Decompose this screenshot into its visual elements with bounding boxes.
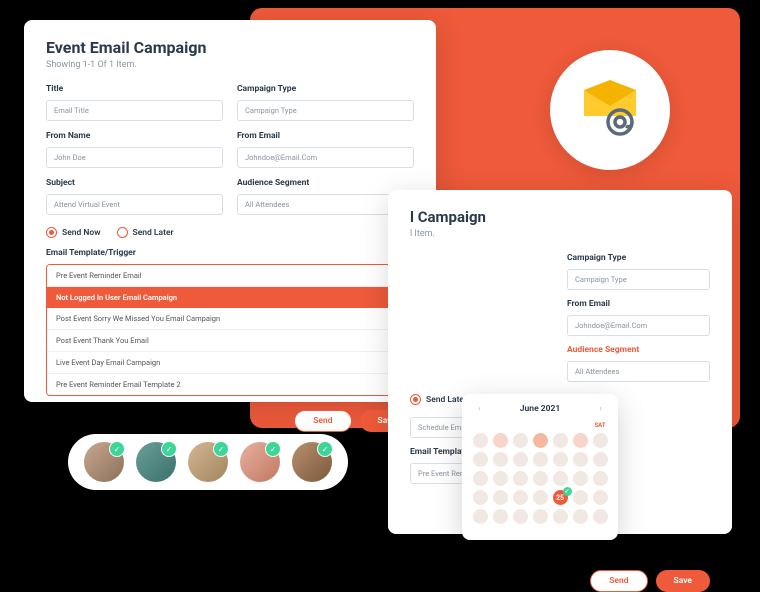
calendar-day[interactable] [533, 433, 548, 448]
calendar-popover: ‹ June 2021 › SAT 25 [462, 394, 618, 540]
calendar-day-selected[interactable]: 25 [553, 490, 568, 505]
audience-input[interactable] [567, 361, 710, 382]
calendar-day[interactable] [553, 471, 568, 486]
calendar-day[interactable] [593, 509, 608, 524]
calendar-day[interactable] [533, 471, 548, 486]
from-email-label: From Email [567, 299, 710, 309]
from-email-input[interactable] [237, 147, 414, 168]
calendar-grid: 25 [472, 433, 608, 524]
calendar-day[interactable] [553, 452, 568, 467]
calendar-day[interactable] [573, 509, 588, 524]
calendar-day-labels: SAT [472, 422, 608, 429]
campaign-type-input[interactable] [237, 100, 414, 121]
calendar-day[interactable] [533, 509, 548, 524]
template-option-selected[interactable]: Not Logged In User Email Campaign [47, 287, 413, 308]
calendar-day[interactable] [573, 471, 588, 486]
template-option[interactable]: Pre Event Reminder Email Template 2 [47, 374, 413, 395]
calendar-day[interactable] [493, 433, 508, 448]
template-option[interactable]: Post Event Sorry We Missed You Email Cam… [47, 308, 413, 330]
panel-title: l Campaign [410, 208, 710, 226]
calendar-day[interactable] [593, 490, 608, 505]
next-month-icon[interactable]: › [599, 404, 602, 414]
template-option[interactable]: Post Event Thank You Email [47, 330, 413, 352]
calendar-day[interactable] [533, 452, 548, 467]
calendar-day[interactable] [513, 452, 528, 467]
audience-label: Audience Segment [237, 178, 414, 188]
calendar-day[interactable] [493, 471, 508, 486]
send-now-label: Send Now [62, 228, 101, 238]
calendar-day[interactable] [593, 452, 608, 467]
calendar-day[interactable] [573, 452, 588, 467]
subject-label: Subject [46, 178, 223, 188]
template-option[interactable]: Live Event Day Email Campaign [47, 352, 413, 374]
send-now-radio[interactable]: Send Now [46, 227, 101, 238]
from-name-label: From Name [46, 131, 223, 141]
calendar-day[interactable] [473, 509, 488, 524]
calendar-day[interactable] [533, 490, 548, 505]
audience-label: Audience Segment [567, 345, 710, 355]
calendar-day[interactable] [573, 433, 588, 448]
radio-icon [46, 227, 57, 238]
send-later-radio[interactable]: Send Later [117, 227, 174, 238]
radio-icon [117, 227, 128, 238]
send-later-label: Send Later [426, 395, 467, 405]
email-icon-badge [550, 50, 670, 170]
from-email-input[interactable] [567, 315, 710, 336]
attendee-avatars [68, 434, 348, 490]
calendar-day[interactable] [513, 471, 528, 486]
subject-input[interactable] [46, 194, 223, 215]
calendar-day[interactable] [513, 433, 528, 448]
calendar-day[interactable] [473, 452, 488, 467]
calendar-day[interactable] [553, 509, 568, 524]
envelope-at-icon [576, 76, 644, 144]
title-input[interactable] [46, 100, 223, 121]
calendar-day[interactable] [573, 490, 588, 505]
calendar-day[interactable] [593, 433, 608, 448]
result-count: l Item. [410, 229, 710, 239]
calendar-day[interactable] [493, 509, 508, 524]
send-button[interactable]: Send [590, 570, 647, 592]
campaign-type-label: Campaign Type [567, 253, 710, 263]
result-count: Showing 1-1 Of 1 Item. [46, 60, 414, 70]
avatar [136, 442, 176, 482]
prev-month-icon[interactable]: ‹ [478, 404, 481, 414]
calendar-day[interactable] [593, 471, 608, 486]
send-button[interactable]: Send [294, 410, 351, 432]
save-button[interactable]: Save [656, 570, 710, 592]
calendar-day[interactable] [513, 509, 528, 524]
avatar [292, 442, 332, 482]
email-campaign-panel-primary: Event Email Campaign Showing 1-1 Of 1 It… [24, 20, 436, 402]
template-option[interactable]: Pre Event Reminder Email [47, 265, 413, 287]
panel-title: Event Email Campaign [46, 38, 414, 57]
avatar [188, 442, 228, 482]
calendar-day[interactable] [493, 452, 508, 467]
calendar-month: June 2021 [520, 404, 560, 414]
calendar-day[interactable] [473, 433, 488, 448]
radio-icon [410, 394, 421, 405]
template-label: Email Template/Trigger [46, 248, 414, 258]
calendar-day[interactable] [473, 471, 488, 486]
avatar [84, 442, 124, 482]
from-name-input[interactable] [46, 147, 223, 168]
send-later-label: Send Later [133, 228, 174, 238]
avatar [240, 442, 280, 482]
template-dropdown[interactable]: Pre Event Reminder Email Not Logged In U… [46, 264, 414, 396]
send-later-radio[interactable]: Send Later [410, 394, 467, 405]
calendar-day[interactable] [493, 490, 508, 505]
campaign-type-input[interactable] [567, 269, 710, 290]
campaign-type-label: Campaign Type [237, 84, 414, 94]
from-email-label: From Email [237, 131, 414, 141]
title-label: Title [46, 84, 223, 94]
calendar-day[interactable] [473, 490, 488, 505]
calendar-day[interactable] [513, 490, 528, 505]
calendar-day[interactable] [553, 433, 568, 448]
